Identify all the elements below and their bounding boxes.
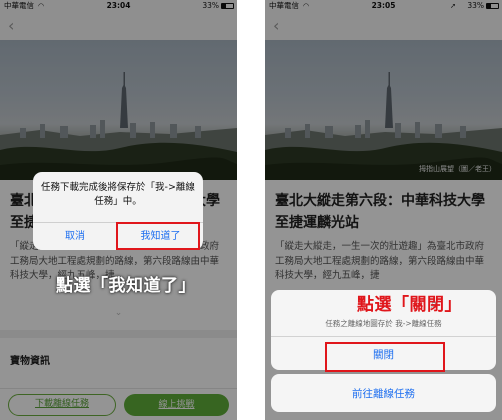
phone-screen-right: 中華電信 ◠ 23:05 ➚ 33% ‹ 拇指山展望（圖／老王） 臺北大縱走第六…: [265, 0, 502, 420]
go-to-offline-task-button[interactable]: 前往離線任務: [271, 386, 496, 401]
sheet-message: 任務之離線地圖存於 我->離線任務: [325, 319, 442, 328]
close-button[interactable]: 關閉: [271, 347, 496, 362]
action-sheet-secondary: 前往離線任務: [271, 374, 496, 412]
download-alert-dialog: 任務下載完成後將保存於「我->離線任務」中。 取消 我知道了: [33, 172, 203, 250]
alert-actions: 取消 我知道了: [33, 222, 203, 250]
instruction-caption: 點選「我知道了」: [56, 276, 196, 296]
instruction-caption: 點選「關閉」: [357, 295, 462, 315]
sheet-divider: [271, 336, 496, 337]
got-it-button[interactable]: 我知道了: [118, 223, 203, 250]
cancel-button[interactable]: 取消: [33, 223, 118, 250]
phone-screen-left: 中華電信 ◠ 23:04 33% ‹ 臺北大縱走第六段：中華科技大學至捷運麟光站…: [0, 0, 237, 420]
alert-message: 任務下載完成後將保存於「我->離線任務」中。: [41, 182, 195, 207]
